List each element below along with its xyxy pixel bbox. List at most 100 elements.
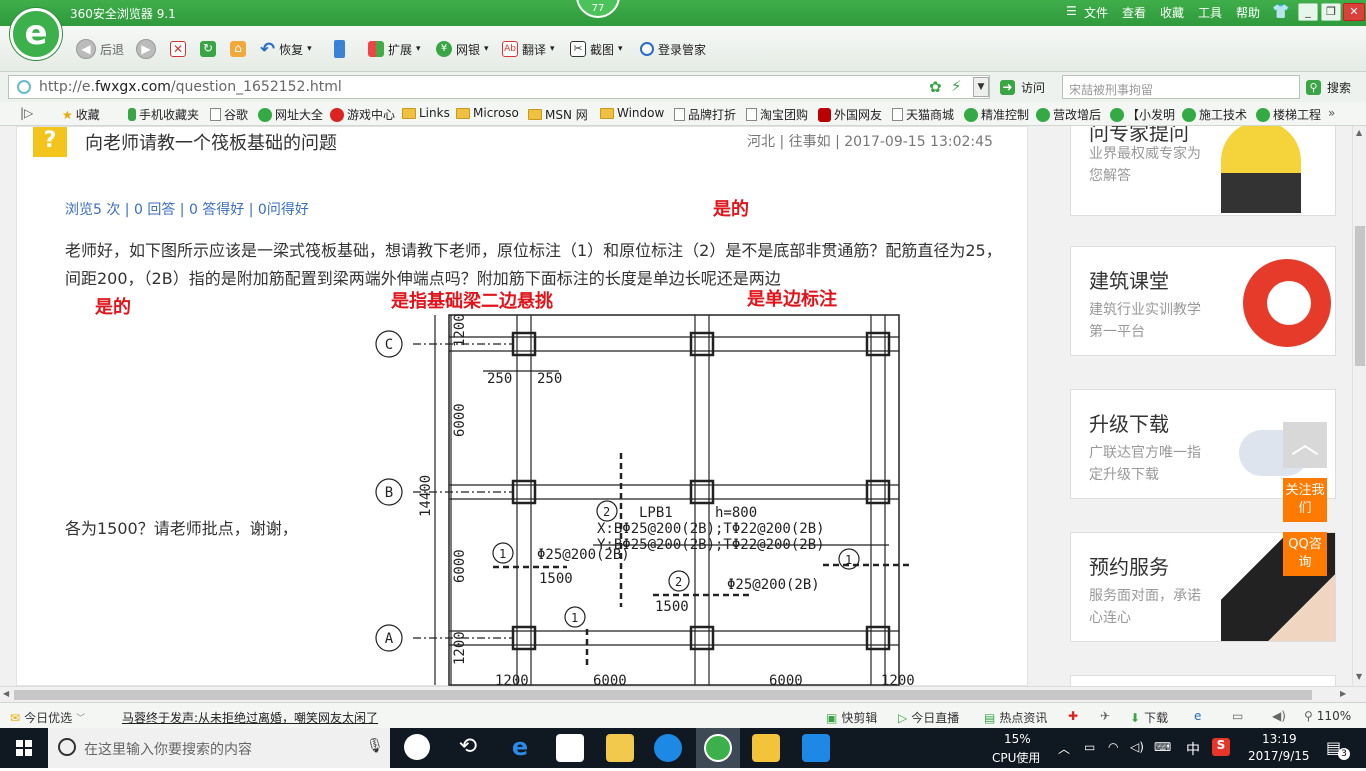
notification-badge[interactable]: 77 xyxy=(576,0,620,18)
store-icon[interactable] xyxy=(556,734,584,762)
extend-button[interactable]: 扩展 ▾ xyxy=(368,38,421,60)
zoom-control[interactable]: ⚲ 110% xyxy=(1304,709,1351,723)
clock-date[interactable]: 2017/9/15 xyxy=(1248,749,1310,763)
tray-expand-icon[interactable]: ︿ xyxy=(1058,740,1070,757)
bookmark-item[interactable]: 网址大全 xyxy=(258,106,323,123)
maximize-button[interactable]: ❐ xyxy=(1321,3,1341,21)
bookmark-folder[interactable]: MSN 网 xyxy=(528,106,588,123)
skin-icon[interactable]: 👕 xyxy=(1272,4,1289,20)
back-to-top-button[interactable]: ︿ xyxy=(1283,422,1327,468)
bookmark-folder[interactable]: Links xyxy=(402,106,450,120)
wifi-icon[interactable]: ◠ xyxy=(1108,740,1118,754)
download-button[interactable]: ⬇ 下载 xyxy=(1130,709,1168,726)
vertical-scroll-thumb[interactable] xyxy=(1355,226,1365,366)
menu-icon[interactable]: ☰ xyxy=(1066,4,1077,18)
sogou-ime-icon[interactable]: S xyxy=(1212,738,1230,756)
bank-button[interactable]: ¥ 网银 ▾ xyxy=(436,38,489,60)
scroll-right-icon[interactable]: ▶ xyxy=(1340,689,1346,698)
phone-button[interactable] xyxy=(334,38,345,60)
translate-button[interactable]: Ab 翻译 ▾ xyxy=(502,38,555,60)
browser-logo[interactable]: e xyxy=(10,8,62,60)
back-button[interactable]: ◀ 后退 xyxy=(76,38,124,60)
browser-spiral-icon[interactable]: ⟲ xyxy=(454,734,482,762)
taskview-app-icon[interactable] xyxy=(404,734,430,760)
bookmark-folder[interactable]: Window xyxy=(600,106,664,120)
bookmark-item[interactable]: 【小发明 xyxy=(1110,106,1175,123)
sidebar-toggle-icon[interactable]: |▷ xyxy=(20,106,33,120)
close-button[interactable]: ✕ xyxy=(1343,3,1365,21)
bookmarks-overflow-icon[interactable]: » xyxy=(1328,106,1335,120)
vertical-scrollbar[interactable]: ▲ ▼ xyxy=(1352,126,1366,686)
search-button[interactable]: ⚲ 搜索 xyxy=(1306,79,1351,96)
microphone-icon[interactable]: 🎙 xyxy=(366,738,384,754)
url-dropdown-icon[interactable]: ▼ xyxy=(973,77,989,97)
menu-favorites[interactable]: 收藏 xyxy=(1160,4,1184,21)
bookmark-item[interactable]: 游戏中心 xyxy=(330,106,395,123)
scroll-left-icon[interactable]: ◀ xyxy=(3,689,9,698)
lightning-icon[interactable]: ⚡ xyxy=(951,77,962,95)
qq-consult-button[interactable]: QQ咨询 xyxy=(1283,532,1327,576)
speaker-icon[interactable]: ◀) xyxy=(1272,709,1286,723)
window-icon[interactable]: ▭ xyxy=(1232,709,1243,723)
keyboard-icon[interactable]: ⌨ xyxy=(1154,740,1171,754)
browser-title-bar: 360安全浏览器 9.1 77 ☰ 文件 查看 收藏 工具 帮助 👕 _ ❐ ✕ xyxy=(0,0,1366,26)
bookmark-item[interactable]: 外国网友 xyxy=(818,106,882,123)
restore-button[interactable]: ↶ 恢复 ▾ xyxy=(260,38,312,60)
volume-icon[interactable]: ◁) xyxy=(1130,740,1144,754)
clock-time[interactable]: 13:19 xyxy=(1262,732,1297,746)
bookmark-favorites[interactable]: ★ 收藏 xyxy=(62,106,100,123)
today-live-button[interactable]: ▷ 今日直播 xyxy=(898,709,959,726)
search-input[interactable]: 宋喆被刑事拘留 xyxy=(1062,75,1300,99)
forward-button[interactable]: ▶ xyxy=(136,38,156,60)
notes-app-icon[interactable] xyxy=(752,734,780,762)
bookmark-item[interactable]: 手机收藏夹 xyxy=(128,106,199,123)
ie-icon[interactable]: e xyxy=(1194,709,1201,723)
360-browser-app-icon[interactable] xyxy=(704,734,732,762)
quick-clip-button[interactable]: ▣ 快剪辑 xyxy=(826,709,877,726)
screenshot-button[interactable]: ✂ 截图 ▾ xyxy=(570,38,623,60)
menu-view[interactable]: 查看 xyxy=(1122,4,1146,21)
tool-app-icon[interactable] xyxy=(802,734,830,762)
bookmark-item[interactable]: 营改增后 xyxy=(1036,106,1101,123)
battery-icon[interactable]: ▭ xyxy=(1084,740,1095,754)
building-class-card[interactable]: 建筑课堂 建筑行业实训教学第一平台 xyxy=(1070,246,1336,356)
file-explorer-icon[interactable] xyxy=(606,734,634,762)
question-stats[interactable]: 浏览5 次 | 0 回答 | 0 答得好 | 0问得好 xyxy=(65,199,309,219)
minimize-button[interactable]: _ xyxy=(1298,3,1318,21)
visit-button[interactable]: ➜ 访问 xyxy=(1000,79,1045,96)
bookmark-item[interactable]: 天猫商城 xyxy=(892,106,954,123)
pin-icon[interactable]: ✈ xyxy=(1100,709,1110,723)
edge-icon[interactable]: e xyxy=(506,734,534,762)
menu-help[interactable]: 帮助 xyxy=(1236,4,1260,21)
horizontal-scrollbar[interactable]: ◀ ▶ xyxy=(0,686,1366,702)
bookmark-item[interactable]: 淘宝团购 xyxy=(746,106,808,123)
sogou-app-icon[interactable] xyxy=(654,734,682,762)
bookmark-item[interactable]: 精准控制 xyxy=(964,106,1029,123)
bookmark-item[interactable]: 谷歌 xyxy=(210,106,248,123)
home-button[interactable]: ⌂ xyxy=(230,38,246,60)
horizontal-scroll-thumb[interactable] xyxy=(14,690,1312,700)
refresh-button[interactable]: ↻ xyxy=(200,38,216,60)
url-input[interactable]: http://e.fwxgx.com/question_1652152.html… xyxy=(8,75,990,99)
bookmark-item[interactable]: 楼梯工程 xyxy=(1256,106,1321,123)
ask-expert-card[interactable]: 问专家提问 业界最权威专家为您解答 xyxy=(1070,126,1336,216)
menu-tools[interactable]: 工具 xyxy=(1198,4,1222,21)
bookmark-folder[interactable]: Microso xyxy=(456,106,519,120)
today-picks[interactable]: ✉ 今日优选 ﹀ xyxy=(10,709,85,726)
menu-file[interactable]: 文件 xyxy=(1084,4,1108,21)
scroll-down-icon[interactable]: ▼ xyxy=(1356,672,1362,681)
scroll-up-icon[interactable]: ▲ xyxy=(1356,128,1362,137)
refresh-small-icon[interactable]: ✿ xyxy=(929,78,942,96)
taskbar-search-input[interactable]: 在这里输入你要搜索的内容 🎙 xyxy=(48,728,390,768)
login-manager-button[interactable]: 登录管家 xyxy=(640,38,706,60)
bookmark-item[interactable]: 施工技术 xyxy=(1182,106,1247,123)
hot-news-button[interactable]: ▤ 热点资讯 xyxy=(984,709,1047,726)
bookmark-item[interactable]: 品牌打折 xyxy=(674,106,736,123)
stop-button[interactable]: ✕ xyxy=(170,38,186,60)
start-button[interactable] xyxy=(0,728,48,768)
more-card[interactable] xyxy=(1070,675,1336,686)
first-aid-icon[interactable]: ✚ xyxy=(1068,709,1078,723)
news-ticker-link[interactable]: 马蓉终于发声:从未拒绝过离婚，嘲笑网友太闲了 xyxy=(122,709,378,726)
ime-indicator[interactable]: 中 xyxy=(1186,739,1200,759)
follow-us-button[interactable]: 关注我们 xyxy=(1283,478,1327,522)
